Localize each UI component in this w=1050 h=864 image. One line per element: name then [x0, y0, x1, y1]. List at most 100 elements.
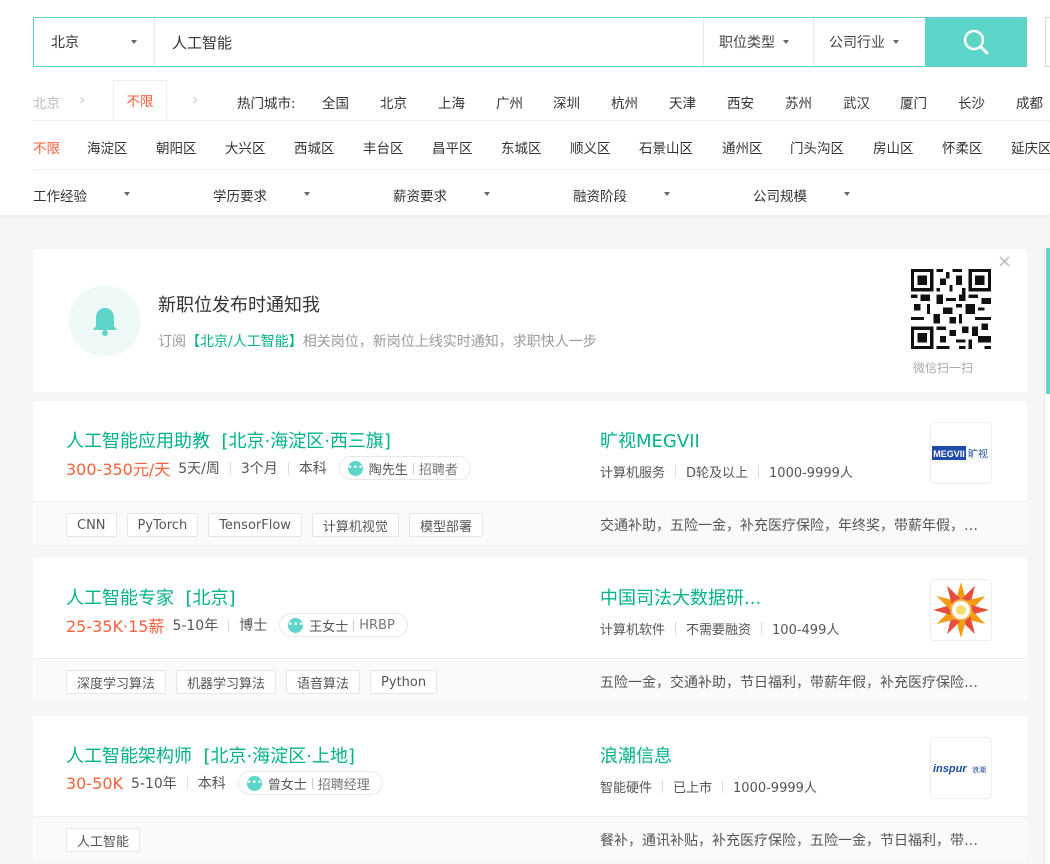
- hot-city[interactable]: 北京: [380, 92, 407, 112]
- district-option[interactable]: 大兴区: [225, 137, 266, 157]
- company-industry: 计算机服务: [600, 466, 666, 481]
- recruiter-chat-button[interactable]: ••• 曾女士 招聘经理: [237, 771, 383, 795]
- filter-experience[interactable]: 工作经验: [33, 185, 87, 205]
- hot-city[interactable]: 厦门: [900, 92, 927, 112]
- job-location: [北京]: [185, 588, 236, 609]
- job-title: 人工智能架构师: [66, 746, 192, 767]
- svg-text:inspur: inspur: [933, 763, 967, 775]
- filter-salary[interactable]: 薪资要求: [393, 185, 447, 205]
- job-card[interactable]: 人工智能专家 [北京] 25-35K·15薪 5-10年 博士 ••• 王女士 …: [33, 558, 1027, 702]
- city-filter-row: 北京 › 不限 › 热门城市: 全国 北京 上海 广州 深圳 杭州 天津 西安 …: [0, 80, 1050, 120]
- district-option[interactable]: 东城区: [501, 137, 542, 157]
- district-option[interactable]: 房山区: [873, 137, 914, 157]
- sidebar-accent-bar: [1046, 248, 1050, 394]
- company-meta: 智能硬件 已上市 1000-9999人: [600, 777, 817, 796]
- district-option[interactable]: 通州区: [722, 137, 763, 157]
- close-icon[interactable]: ×: [997, 251, 1012, 272]
- separator: [311, 777, 313, 789]
- filter-funding[interactable]: 融资阶段: [573, 185, 627, 205]
- job-meta-item: 5天/周: [178, 461, 220, 477]
- company-logo[interactable]: MEGVII 旷视: [930, 422, 992, 484]
- skill-tag: TensorFlow: [208, 513, 302, 537]
- city-option-unlimited[interactable]: 不限: [113, 80, 167, 120]
- hot-city[interactable]: 深圳: [553, 92, 580, 112]
- chevron-down-icon: [124, 192, 130, 196]
- company-logo[interactable]: [930, 579, 992, 641]
- job-title-link[interactable]: 人工智能专家 [北京]: [66, 584, 236, 610]
- company-name[interactable]: 浪潮信息: [600, 742, 672, 768]
- skill-tags: 人工智能: [66, 828, 150, 852]
- job-card-footer: CNN PyTorch TensorFlow 计算机视觉 模型部署 交通补助，五…: [33, 501, 1027, 545]
- job-card-main: 人工智能架构师 [北京·海淀区·上地] 30-50K 5-10年 本科 ••• …: [33, 716, 1027, 816]
- company-size: 1000-9999人: [733, 781, 817, 796]
- job-card[interactable]: 人工智能架构师 [北京·海淀区·上地] 30-50K 5-10年 本科 ••• …: [33, 716, 1027, 860]
- chevron-down-icon: [893, 40, 899, 44]
- separator: [758, 465, 760, 478]
- company-name[interactable]: 旷视MEGVII: [600, 427, 700, 453]
- chevron-down-icon: [304, 192, 310, 196]
- job-benefits: 五险一金，交通补助，节日福利，带薪年假，补充医疗保险，定期体检: [600, 675, 990, 691]
- province-label[interactable]: 北京: [33, 92, 60, 112]
- search-button[interactable]: [925, 17, 1027, 67]
- hot-city[interactable]: 苏州: [785, 92, 812, 112]
- skill-tag: 机器学习算法: [176, 670, 277, 694]
- company-meta: 计算机软件 不需要融资 100-499人: [600, 619, 839, 638]
- subscribe-title: 新职位发布时通知我: [158, 295, 320, 316]
- filter-education[interactable]: 学历要求: [213, 185, 267, 205]
- job-title-link[interactable]: 人工智能应用助教 [北京·海淀区·西三旗]: [66, 427, 391, 453]
- separator: [229, 461, 231, 475]
- district-option-unlimited[interactable]: 不限: [33, 137, 60, 157]
- district-option[interactable]: 门头沟区: [790, 137, 844, 157]
- job-card[interactable]: 人工智能应用助教 [北京·海淀区·西三旗] 300-350元/天 5天/周 3个…: [33, 401, 1027, 545]
- district-option[interactable]: 怀柔区: [942, 137, 983, 157]
- job-location: [北京·海淀区·西三旗]: [221, 431, 391, 452]
- job-card-main: 人工智能专家 [北京] 25-35K·15薪 5-10年 博士 ••• 王女士 …: [33, 558, 1027, 658]
- district-option[interactable]: 西城区: [294, 137, 335, 157]
- hot-city[interactable]: 长沙: [958, 92, 985, 112]
- city-select[interactable]: 北京: [34, 18, 155, 66]
- hot-city[interactable]: 武汉: [843, 92, 870, 112]
- recruiter-name: 曾女士: [267, 777, 307, 793]
- company-size: 1000-9999人: [769, 466, 853, 481]
- district-option[interactable]: 石景山区: [639, 137, 693, 157]
- subscribe-description: 订阅【北京/人工智能】相关岗位，新岗位上线实时通知，求职快人一步: [158, 331, 597, 351]
- job-card-footer: 深度学习算法 机器学习算法 语音算法 Python 五险一金，交通补助，节日福利…: [33, 658, 1027, 702]
- hot-city[interactable]: 杭州: [611, 92, 638, 112]
- hot-city[interactable]: 成都: [1016, 92, 1043, 112]
- recruiter-name: 陶先生: [368, 462, 408, 478]
- filter-company-size[interactable]: 公司规模: [753, 185, 807, 205]
- recruiter-chat-button[interactable]: ••• 王女士 HRBP: [279, 613, 408, 637]
- district-option[interactable]: 朝阳区: [156, 137, 197, 157]
- divider: [33, 120, 1050, 121]
- bell-icon: [69, 285, 141, 357]
- job-meta-item: 3个月: [240, 461, 278, 477]
- job-type-select[interactable]: 职位类型: [703, 18, 813, 66]
- company-logo[interactable]: inspur 浪潮: [930, 737, 992, 799]
- svg-text:MEGVII: MEGVII: [933, 449, 965, 459]
- hot-city[interactable]: 广州: [496, 92, 523, 112]
- skill-tag: PyTorch: [126, 513, 199, 537]
- district-option[interactable]: 昌平区: [432, 137, 473, 157]
- district-option[interactable]: 顺义区: [570, 137, 611, 157]
- search-bar: 北京 人工智能 职位类型 公司行业: [33, 17, 1027, 67]
- hot-city[interactable]: 上海: [438, 92, 465, 112]
- search-input[interactable]: 人工智能: [155, 18, 703, 66]
- filter-panel: 北京 人工智能 职位类型 公司行业 北京 › 不限 › 热门城市: 全国 北京: [0, 0, 1050, 215]
- recruiter-chat-button[interactable]: ••• 陶先生 招聘者: [338, 456, 471, 480]
- hot-city[interactable]: 西安: [727, 92, 754, 112]
- subscribe-card: 新职位发布时通知我 订阅【北京/人工智能】相关岗位，新岗位上线实时通知，求职快人…: [33, 249, 1027, 392]
- company-name[interactable]: 中国司法大数据研...: [600, 584, 761, 610]
- industry-select[interactable]: 公司行业: [813, 18, 925, 66]
- skill-tags: 深度学习算法 机器学习算法 语音算法 Python: [66, 670, 447, 694]
- separator: [675, 622, 677, 635]
- district-option[interactable]: 海淀区: [87, 137, 128, 157]
- chevron-down-icon: [783, 40, 789, 44]
- hot-city[interactable]: 全国: [322, 92, 349, 112]
- district-option[interactable]: 丰台区: [363, 137, 404, 157]
- district-option[interactable]: 延庆区: [1011, 137, 1050, 157]
- job-title-link[interactable]: 人工智能架构师 [北京·海淀区·上地]: [66, 742, 355, 768]
- hot-city[interactable]: 天津: [669, 92, 696, 112]
- skill-tags: CNN PyTorch TensorFlow 计算机视觉 模型部署: [66, 513, 493, 537]
- svg-text:浪潮: 浪潮: [972, 765, 986, 774]
- skill-tag: 深度学习算法: [66, 670, 167, 694]
